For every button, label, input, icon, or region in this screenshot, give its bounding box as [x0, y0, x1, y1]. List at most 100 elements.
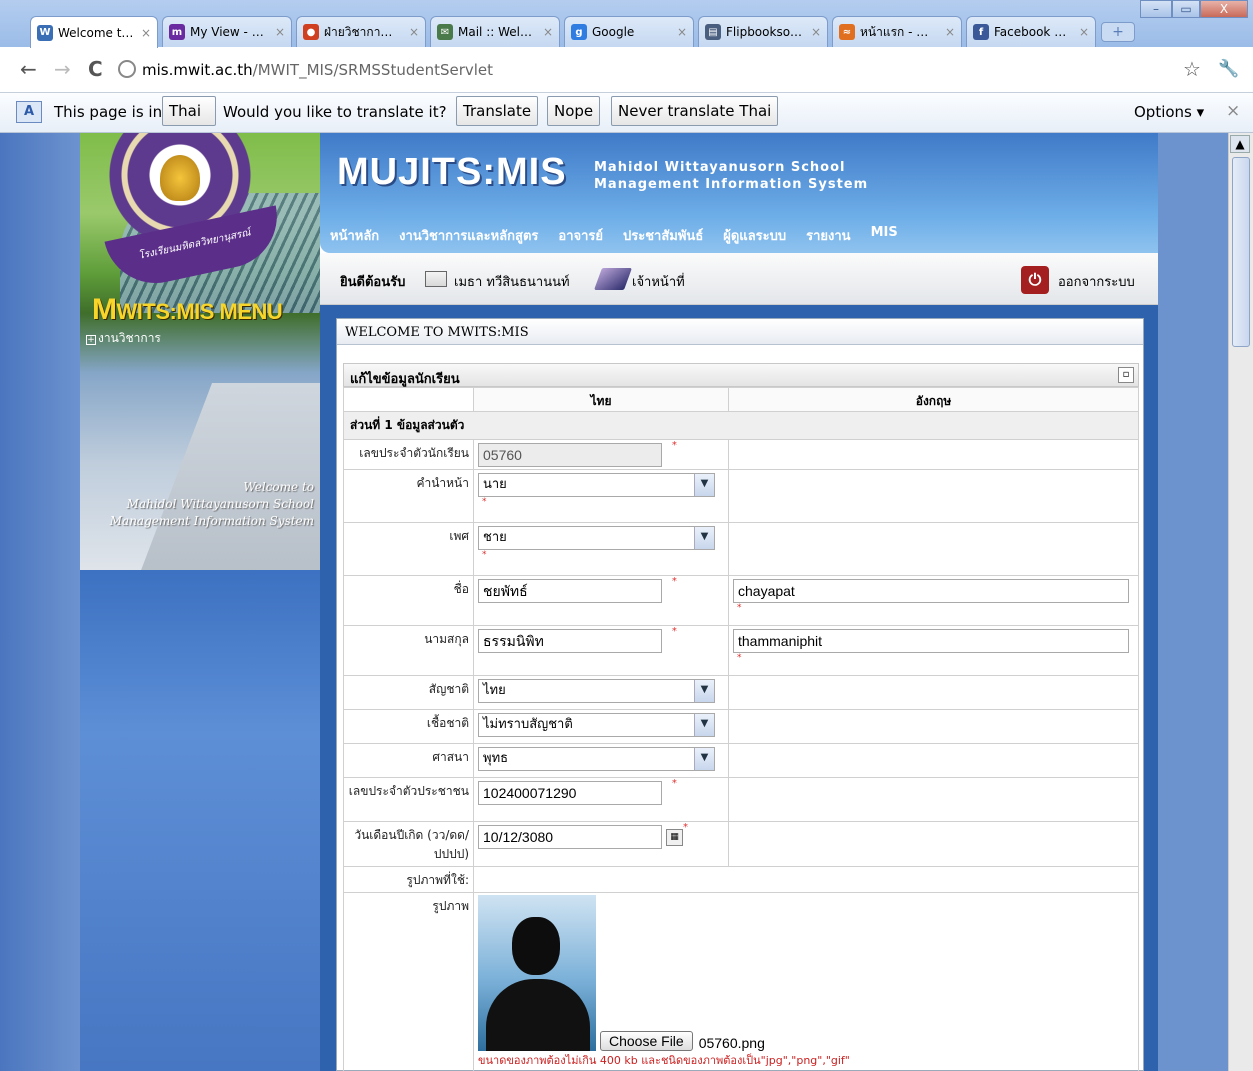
row-label: ศาสนา [343, 743, 474, 778]
chevron-down-icon[interactable]: ▼ [694, 714, 714, 736]
chevron-down-icon[interactable]: ▼ [694, 527, 714, 549]
row-thai-cell: ชยพัทธ์ * [473, 575, 729, 626]
tab-mail[interactable]: ✉ Mail :: Wel… × [430, 16, 560, 47]
tab-homepage[interactable]: ≈ หน้าแรก - … × [832, 16, 962, 47]
table-row: เลขประจำตัวประชาชน 102400071290 * [343, 777, 1139, 822]
new-tab-button[interactable]: + [1101, 22, 1135, 42]
logout-link[interactable]: ออกจากระบบ [1058, 271, 1135, 292]
menu-title: MWITS:MIS MENU [92, 293, 283, 327]
welcome-label: ยินดีต้อนรับ [340, 275, 406, 290]
main-nav: หน้าหลัก งานวิชาการและหลักสูตร อาจารย์ ป… [330, 225, 898, 246]
menu-item-academic[interactable]: + งานวิชาการ [86, 329, 161, 348]
first-name-english-input[interactable]: chayapat [733, 579, 1129, 603]
translate-button[interactable]: Translate [456, 96, 539, 126]
close-tab-icon[interactable]: × [141, 26, 151, 40]
minimize-button[interactable]: – [1140, 0, 1172, 18]
close-tab-icon[interactable]: × [1079, 25, 1089, 39]
role-icon [593, 268, 633, 290]
main-panel: WELCOME TO MWITS:MIS แก้ไขข้อมูลนักเรียน… [336, 318, 1144, 1071]
bookmark-star-icon[interactable]: ☆ [1183, 57, 1201, 81]
table-row: เพศ ชาย ▼ * [343, 522, 1139, 576]
student-id-input[interactable]: 05760 [478, 443, 662, 467]
never-translate-button[interactable]: Never translate Thai [611, 96, 779, 126]
close-tab-icon[interactable]: × [275, 25, 285, 39]
row-label: เลขประจำตัวประชาชน [343, 777, 474, 822]
row-label: นามสกุล [343, 625, 474, 676]
tab-flipbook[interactable]: ▤ Flipbookso… × [698, 16, 828, 47]
nav-admin[interactable]: ผู้ดูแลระบบ [723, 225, 786, 246]
choose-file-button[interactable]: Choose File [600, 1031, 693, 1051]
tab-facebook[interactable]: f Facebook … × [966, 16, 1096, 47]
back-icon[interactable]: ← [20, 57, 37, 81]
close-tab-icon[interactable]: × [543, 25, 553, 39]
select-value: นาย [483, 477, 507, 492]
address-bar[interactable]: mis.mwit.ac.th/MWIT_MIS/SRMSStudentServl… [118, 55, 1178, 85]
required-mark: * [737, 653, 742, 663]
reload-icon[interactable]: C [88, 57, 103, 81]
power-icon[interactable]: ⏻ [1021, 266, 1049, 294]
nav-mis[interactable]: MIS [871, 225, 898, 246]
scroll-up-icon[interactable]: ▲ [1230, 135, 1250, 153]
options-menu[interactable]: Options ▾ [1134, 103, 1204, 121]
gender-select[interactable]: ชาย ▼ [478, 526, 715, 550]
student-photo [478, 895, 596, 1051]
required-mark: * [671, 440, 677, 451]
required-mark: * [671, 778, 677, 789]
required-mark: * [671, 576, 677, 587]
silhouette-head [512, 917, 560, 975]
row-thai-cell: พุทธ ▼ [473, 743, 729, 778]
last-name-thai-input[interactable]: ธรรมนิพิท [478, 629, 662, 653]
nav-teachers[interactable]: อาจารย์ [558, 225, 603, 246]
close-translate-icon[interactable]: × [1226, 101, 1240, 121]
expand-icon[interactable]: + [86, 335, 96, 345]
nav-reports[interactable]: รายงาน [806, 225, 850, 246]
row-english-cell [728, 821, 1139, 867]
page-info-icon [118, 60, 136, 78]
select-value: ไทย [483, 683, 506, 698]
chevron-down-icon[interactable]: ▼ [694, 748, 714, 770]
nope-button[interactable]: Nope [547, 96, 601, 126]
row-english-cell: thammaniphit * [728, 625, 1139, 676]
birthdate-input[interactable]: 10/12/3080 [478, 825, 662, 849]
close-window-button[interactable]: X [1200, 0, 1248, 18]
tab-favicon-icon: ● [303, 24, 319, 40]
header-thai: ไทย [473, 387, 729, 412]
close-tab-icon[interactable]: × [409, 25, 419, 39]
close-tab-icon[interactable]: × [945, 25, 955, 39]
tab-welcome[interactable]: W Welcome t… × [30, 16, 158, 48]
tab-my-view[interactable]: m My View - … × [162, 16, 292, 47]
tab-google[interactable]: g Google × [564, 16, 694, 47]
maximize-button[interactable]: ▭ [1172, 0, 1200, 18]
scrollbar-thumb[interactable] [1232, 157, 1250, 347]
prefix-select[interactable]: นาย ▼ [478, 473, 715, 497]
nationality-select[interactable]: ไทย ▼ [478, 679, 715, 703]
nav-pr[interactable]: ประชาสัมพันธ์ [623, 225, 703, 246]
tab-favicon-icon: ≈ [839, 24, 855, 40]
nav-home[interactable]: หน้าหลัก [330, 225, 379, 246]
close-tab-icon[interactable]: × [677, 25, 687, 39]
menu-item-label: งานวิชาการ [98, 331, 161, 345]
chevron-down-icon[interactable]: ▼ [694, 474, 714, 496]
forward-icon[interactable]: → [54, 57, 71, 81]
chevron-down-icon[interactable]: ▼ [694, 680, 714, 702]
tab-academic[interactable]: ● ฝ่ายวิชากา… × [296, 16, 426, 47]
close-tab-icon[interactable]: × [811, 25, 821, 39]
tab-title: Facebook … [994, 25, 1067, 39]
wrench-icon[interactable]: 🔧 [1218, 59, 1239, 79]
language-select[interactable]: Thai ▾ [162, 96, 216, 148]
collapse-icon[interactable]: ▫ [1118, 367, 1134, 383]
religion-select[interactable]: พุทธ ▼ [478, 747, 715, 771]
race-select[interactable]: ไม่ทราบสัญชาติ ▼ [478, 713, 715, 737]
row-label: ชื่อ [343, 575, 474, 626]
first-name-thai-input[interactable]: ชยพัทธ์ [478, 579, 662, 603]
row-label: รูปภาพ [343, 892, 474, 1071]
last-name-english-input[interactable]: thammaniphit [733, 629, 1129, 653]
welcome-line: Welcome to [243, 480, 314, 494]
citizen-id-input[interactable]: 102400071290 [478, 781, 662, 805]
site-logo-subtitle: Mahidol Wittayanusorn School Management … [594, 159, 868, 193]
logo-sub-line: Mahidol Wittayanusorn School [594, 160, 846, 175]
calendar-icon[interactable]: ▦ [666, 829, 683, 846]
table-row: วันเดือนปีเกิด (วว/ดด/ปปปป) 10/12/3080 ▦* [343, 821, 1139, 867]
nav-academic[interactable]: งานวิชาการและหลักสูตร [399, 225, 538, 246]
language-value: Thai [169, 102, 202, 120]
